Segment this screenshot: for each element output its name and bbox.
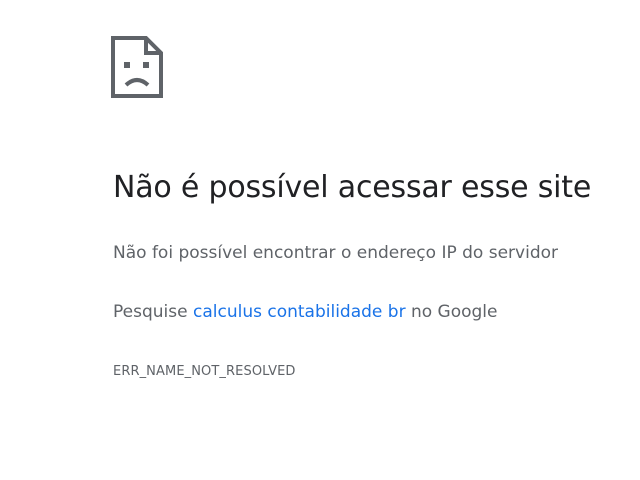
search-suggestion: Pesquise calculus contabilidade br no Go… bbox=[113, 302, 498, 322]
error-detail: Não foi possível encontrar o endereço IP… bbox=[113, 243, 558, 263]
search-link[interactable]: calculus contabilidade br bbox=[193, 302, 406, 322]
error-page: Não é possível acessar esse site Não foi… bbox=[0, 0, 640, 480]
page-title: Não é possível acessar esse site bbox=[113, 170, 592, 205]
suggestion-suffix: no Google bbox=[405, 302, 498, 322]
sad-page-icon bbox=[111, 36, 163, 98]
error-code: ERR_NAME_NOT_RESOLVED bbox=[113, 364, 296, 379]
suggestion-prefix: Pesquise bbox=[113, 302, 193, 322]
